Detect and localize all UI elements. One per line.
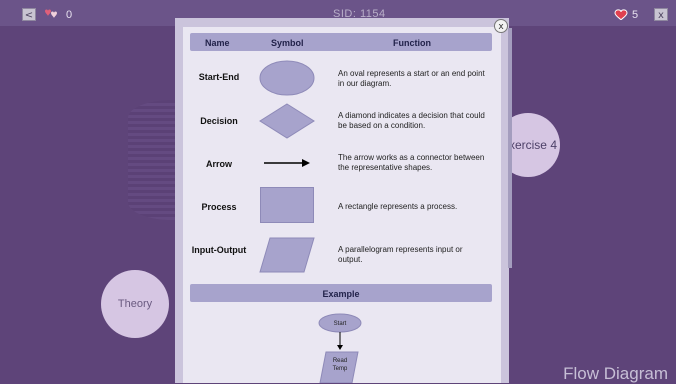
arrow-symbol [264,159,310,167]
row-name: Arrow [205,159,232,169]
example-title: Example [322,289,360,299]
example-temp-label: Temp [333,366,348,372]
row-name: Input-Output [191,245,247,255]
example-flowchart: Start Read Temp [318,313,362,383]
row-name: Decision [200,116,238,126]
exit-button[interactable]: x [654,8,668,21]
back-icon: < [24,10,34,21]
column-name: Name [205,38,230,48]
popup-close-button[interactable]: x [494,19,508,33]
close-icon: x [658,10,664,21]
close-icon: x [498,22,504,32]
hearts-count: 0 [66,9,73,21]
example-read-label: Read [333,358,347,364]
column-symbol: Symbol [271,38,304,48]
row-function: An oval represents a start or an end poi… [338,69,485,88]
popup-scrollbar[interactable] [508,28,512,268]
rectangle-symbol [260,187,314,223]
heart-icon [614,9,628,21]
lives-count: 5 [632,9,639,21]
hearts-icon [45,9,57,18]
screen-title: Flow Diagram [563,364,668,383]
row-function: The arrow works as a connector between t… [338,153,485,172]
example-arrowhead [337,345,343,350]
row-name: Start-End [198,72,240,82]
parallelogram-symbol [259,237,315,273]
example-start-label: Start [334,321,347,327]
theory-label: Theory [117,298,153,310]
row-function: A diamond indicates a decision that coul… [338,111,485,130]
row-function: A parallelogram represents input or outp… [338,245,463,264]
theory-button[interactable]: Theory [101,270,169,338]
diamond-symbol [259,103,315,139]
back-button[interactable]: < [22,8,36,21]
row-name: Process [201,202,237,212]
row-function: A rectangle represents a process. [338,202,458,211]
column-function: Function [393,38,431,48]
oval-symbol [259,60,315,96]
table-header [190,33,492,51]
